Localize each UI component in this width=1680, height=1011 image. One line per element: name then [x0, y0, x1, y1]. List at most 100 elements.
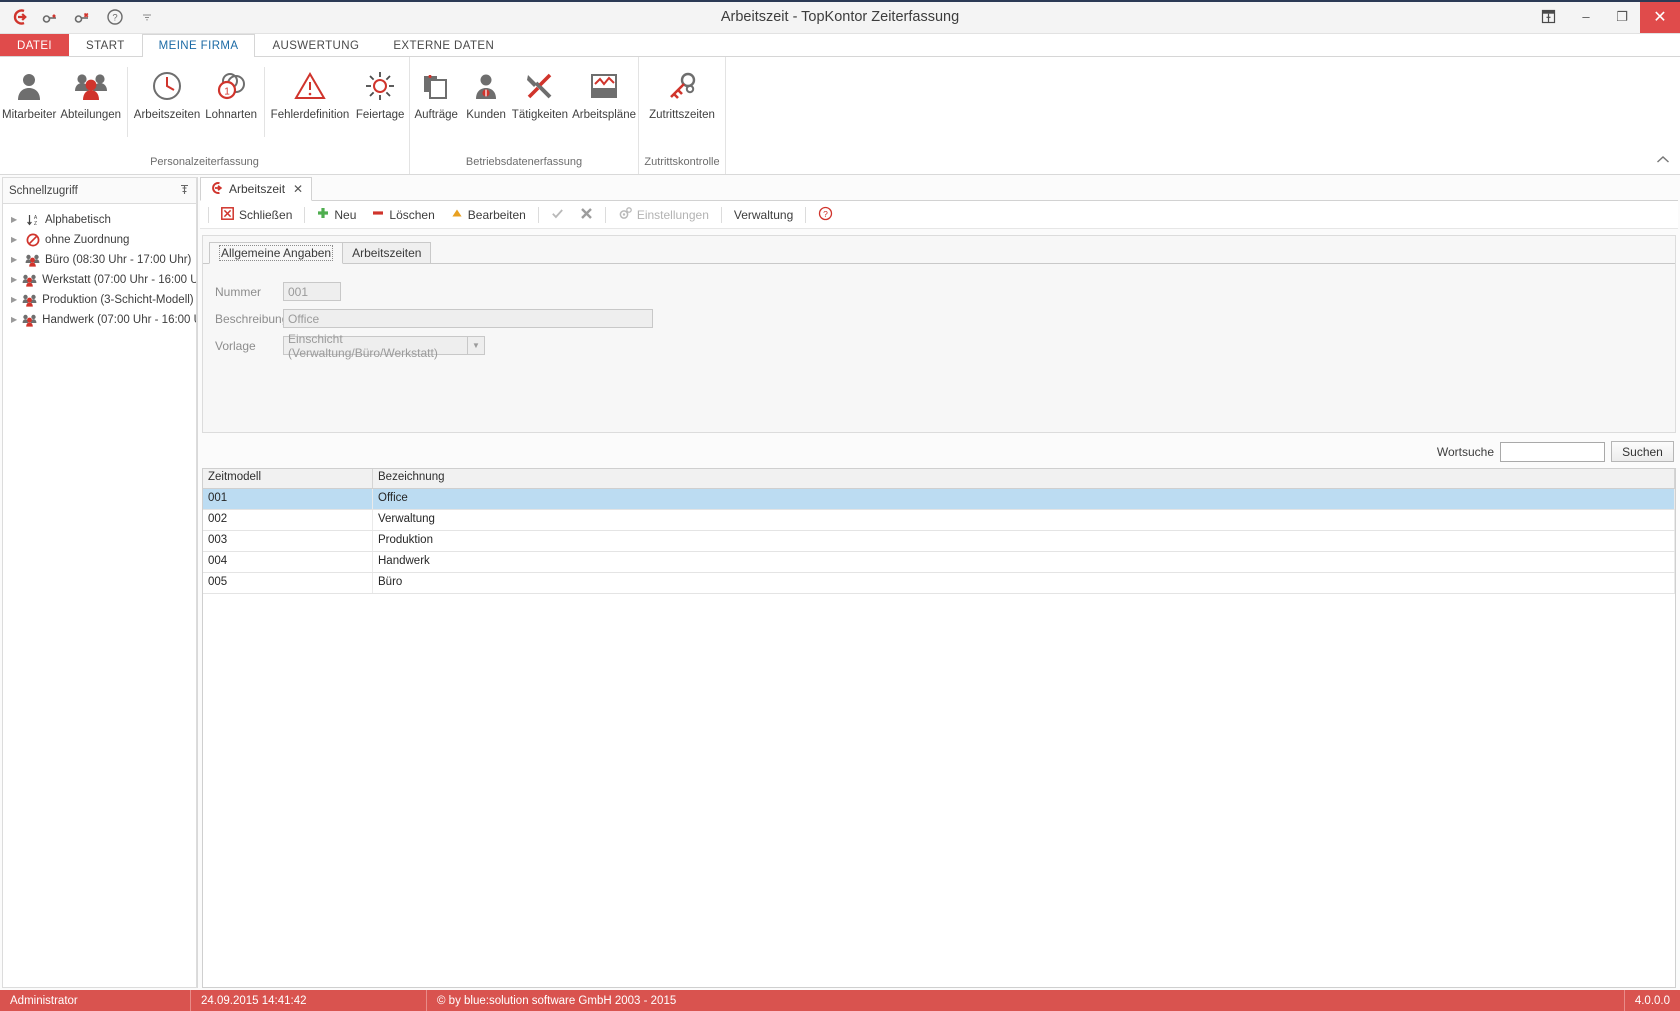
cell-bezeichnung: Verwaltung — [373, 510, 1675, 530]
expand-arrow-icon[interactable]: ▶ — [11, 316, 17, 324]
sidebar-item-label: Werkstatt (07:00 Uhr - 16:00 Uhr) — [42, 274, 197, 286]
ribbon-tab-auswertung[interactable]: AUSWERTUNG — [255, 34, 376, 56]
delete-button[interactable]: Löschen — [364, 203, 442, 226]
cell-bezeichnung: Handwerk — [373, 552, 1675, 572]
ribbon-label-arbeitszeiten: Arbeitszeiten — [133, 109, 201, 121]
status-timestamp: 24.09.2015 14:41:42 — [191, 990, 427, 1011]
group-icon — [22, 313, 37, 328]
close-button[interactable]: ✕ — [1640, 0, 1680, 33]
expand-arrow-icon[interactable]: ▶ — [11, 276, 17, 284]
maximize-button[interactable]: ❐ — [1604, 0, 1640, 33]
new-button[interactable]: Neu — [309, 203, 364, 226]
ribbon-label-fehlerdefinition: Fehlerdefinition — [270, 109, 350, 121]
confirm-button[interactable] — [543, 203, 572, 226]
ribbon-button-auftraege[interactable]: Aufträge — [410, 63, 462, 122]
table-row[interactable]: 005 Büro — [203, 573, 1675, 594]
tab-arbeitszeiten[interactable]: Arbeitszeiten — [342, 242, 432, 264]
minimize-button[interactable]: – — [1568, 0, 1604, 33]
app-logo-icon[interactable] — [8, 6, 30, 28]
ribbon-button-abteilungen[interactable]: Abteilungen — [58, 63, 123, 122]
close-button-label: Schließen — [239, 207, 293, 222]
table-row[interactable]: 001 Office — [203, 489, 1675, 510]
command-separator — [537, 206, 539, 223]
document-tab-arbeitszeit[interactable]: Arbeitszeit ✕ — [200, 177, 313, 201]
sidebar-item-buero[interactable]: ▶ Büro (08:30 Uhr - 17:00 Uhr) — [3, 250, 196, 270]
ribbon-button-zutrittszeiten[interactable]: Zutrittszeiten — [639, 63, 725, 122]
table-row[interactable]: 003 Produktion — [203, 531, 1675, 552]
arrow-enter-icon — [209, 181, 223, 198]
search-button[interactable]: Suchen — [1611, 441, 1674, 462]
overflow-chevron-icon[interactable] — [136, 6, 158, 28]
chevron-up-icon[interactable] — [1656, 154, 1670, 168]
table-row[interactable]: 002 Verwaltung — [203, 510, 1675, 531]
ribbon-label-taetigkeiten: Tätigkeiten — [511, 109, 569, 121]
close-icon[interactable]: ✕ — [293, 182, 303, 196]
sidebar-item-label: Büro (08:30 Uhr - 17:00 Uhr) — [45, 254, 192, 266]
ribbon-button-taetigkeiten[interactable]: Tätigkeiten — [510, 63, 570, 122]
sidebar-panel: Schnellzugriff ▶ AZ Alphabetisch ▶ ohne … — [2, 177, 198, 988]
ribbon-group-personalzeiterfassung: Mitarbeiter Abteilungen Arbeitszeiten 1 … — [0, 57, 410, 174]
ribbon-tab-strip: DATEI START MEINE FIRMA AUSWERTUNG EXTER… — [0, 34, 1680, 57]
command-separator — [304, 206, 306, 223]
verwaltung-button[interactable]: Verwaltung — [726, 203, 801, 226]
sidebar-title: Schnellzugriff — [9, 184, 78, 197]
expand-arrow-icon[interactable]: ▶ — [11, 236, 20, 244]
edit-button[interactable]: Bearbeiten — [443, 203, 534, 226]
cell-bezeichnung: Produktion — [373, 531, 1675, 551]
search-input[interactable] — [1500, 441, 1605, 462]
sidebar-item-label: ohne Zuordnung — [45, 234, 130, 246]
ribbon-tab-datei[interactable]: DATEI — [0, 34, 70, 56]
vorlage-select[interactable]: Einschicht (Verwaltung/Büro/Werkstatt) ▼ — [283, 332, 485, 360]
documents-icon — [421, 67, 451, 105]
tab-allgemeine-angaben[interactable]: Allgemeine Angaben — [209, 242, 344, 264]
remove-user-icon[interactable] — [72, 6, 94, 28]
expand-arrow-icon[interactable]: ▶ — [11, 216, 20, 224]
ribbon-button-kunden[interactable]: Kunden — [462, 63, 509, 122]
cell-zeitmodell: 002 — [203, 510, 373, 530]
ribbon-button-arbeitsplaene[interactable]: Arbeitspläne — [570, 63, 638, 122]
coins-icon: 1 — [215, 67, 247, 105]
command-separator — [805, 206, 807, 223]
cell-bezeichnung: Office — [373, 489, 1675, 509]
search-label: Wortsuche — [1436, 444, 1494, 459]
sidebar-item-werkstatt[interactable]: ▶ Werkstatt (07:00 Uhr - 16:00 Uhr) — [3, 270, 196, 290]
settings-button[interactable]: Einstellungen — [610, 203, 717, 226]
customer-icon — [471, 67, 501, 105]
edit-button-label: Bearbeiten — [467, 207, 526, 222]
ribbon-button-arbeitszeiten[interactable]: Arbeitszeiten — [132, 63, 202, 122]
pin-icon[interactable] — [179, 184, 190, 198]
table-row[interactable]: 004 Handwerk — [203, 552, 1675, 573]
ribbon-tab-meine-firma[interactable]: MEINE FIRMA — [141, 34, 256, 57]
ribbon-button-lohnarten[interactable]: 1 Lohnarten — [202, 63, 260, 122]
expand-arrow-icon[interactable]: ▶ — [11, 296, 17, 304]
command-separator — [720, 206, 722, 223]
ribbon-button-fehlerdefinition[interactable]: Fehlerdefinition — [269, 63, 352, 122]
add-user-icon[interactable] — [40, 6, 62, 28]
ribbon-tab-externe-daten[interactable]: EXTERNE DATEN — [376, 34, 511, 56]
restore-layout-button[interactable] — [1528, 0, 1568, 33]
person-icon — [13, 67, 45, 105]
grid-header-bezeichnung[interactable]: Bezeichnung — [373, 469, 1675, 488]
form-fields: Nummer 001 Beschreibung Office Vorlage E… — [203, 264, 1675, 360]
sidebar-item-produktion[interactable]: ▶ Produktion (3-Schicht-Modell) — [3, 290, 196, 310]
help-button[interactable]: ? — [810, 203, 841, 226]
cancel-button[interactable] — [572, 203, 601, 226]
help-icon[interactable]: ? — [104, 6, 126, 28]
field-row-beschreibung: Beschreibung Office — [215, 305, 1675, 332]
grid-header-zeitmodell[interactable]: Zeitmodell — [203, 469, 373, 488]
sidebar-item-ohne-zuordnung[interactable]: ▶ ohne Zuordnung — [3, 230, 196, 250]
sidebar-item-alphabetisch[interactable]: ▶ AZ Alphabetisch — [3, 210, 196, 230]
command-separator — [604, 206, 606, 223]
ribbon-tab-start[interactable]: START — [69, 34, 142, 56]
field-row-vorlage: Vorlage Einschicht (Verwaltung/Büro/Werk… — [215, 332, 1675, 360]
svg-text:?: ? — [112, 12, 117, 23]
close-button[interactable]: Schließen — [213, 203, 300, 226]
ribbon-button-feiertage[interactable]: Feiertage — [351, 63, 409, 122]
ribbon-button-mitarbeiter[interactable]: Mitarbeiter — [0, 63, 58, 122]
beschreibung-input[interactable]: Office — [283, 309, 653, 328]
cell-zeitmodell: 001 — [203, 489, 373, 509]
sidebar-item-handwerk[interactable]: ▶ Handwerk (07:00 Uhr - 16:00 Uhr) — [3, 310, 196, 330]
expand-arrow-icon[interactable]: ▶ — [11, 256, 20, 264]
chevron-down-icon[interactable]: ▼ — [468, 336, 485, 355]
nummer-input[interactable]: 001 — [283, 282, 341, 301]
